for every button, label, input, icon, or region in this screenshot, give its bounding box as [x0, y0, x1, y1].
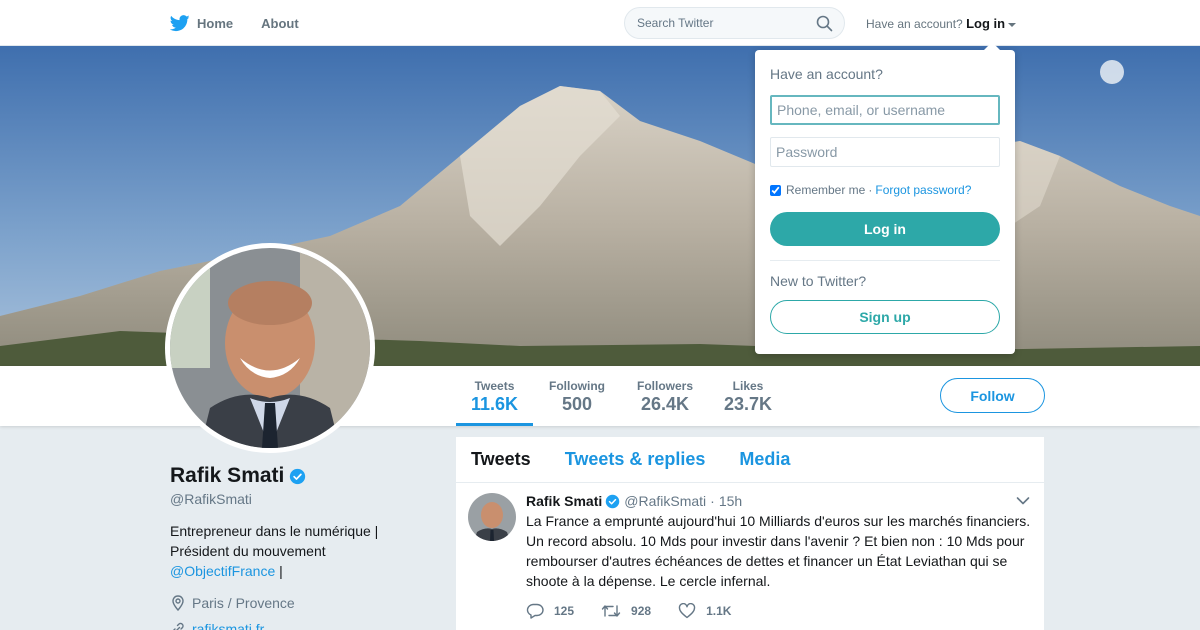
profile-name-text: Rafik Smati [170, 464, 285, 487]
verified-badge-icon [606, 494, 620, 508]
stat-followers-label: Followers [636, 379, 693, 393]
bio-line-2: Président du mouvement [170, 543, 326, 559]
profile-avatar[interactable] [165, 243, 375, 453]
stat-likes[interactable]: Likes 23.7K [719, 366, 777, 426]
dropdown-title: Have an account? [770, 66, 883, 82]
url-text: rafiksmati.fr [192, 621, 265, 630]
stat-tweets[interactable]: Tweets 11.6K [456, 366, 533, 426]
account-prompt: Have an account? [866, 17, 963, 31]
tweet-item[interactable]: Rafik Smati @RafikSmati · 15h La France … [456, 483, 1044, 630]
dropdown-divider [770, 260, 1000, 261]
stat-likes-label: Likes [732, 379, 764, 393]
nav-home-label: Home [197, 15, 234, 31]
forgot-password-link[interactable]: Forgot password? [875, 183, 971, 197]
nav-about[interactable]: About [261, 16, 299, 31]
tweet-timestamp[interactable]: 15h [719, 493, 742, 509]
remember-label: Remember me [786, 183, 866, 197]
stat-followers-value: 26.4K [640, 394, 690, 414]
tweet-author-name[interactable]: Rafik Smati [526, 493, 602, 509]
bio-mention-link[interactable]: @ObjectifFrance [170, 563, 275, 579]
avatar-photo [170, 248, 370, 448]
like-count: 1.1K [706, 604, 732, 618]
nav-left: Home About [170, 0, 327, 46]
reply-action[interactable]: 125 [526, 603, 574, 619]
timeline: Tweets Tweets & replies Media Rafik Smat… [456, 437, 1044, 630]
profile-name: Rafik Smati [170, 464, 450, 488]
follow-button[interactable]: Follow [940, 378, 1045, 413]
bio-line-1: Entrepreneur dans le numérique | [170, 523, 379, 539]
reply-icon [526, 603, 544, 619]
stat-likes-value: 23.7K [723, 394, 773, 414]
remember-checkbox[interactable] [770, 184, 781, 196]
tab-tweets[interactable]: Tweets [471, 449, 531, 470]
location-text: Paris / Provence [192, 595, 295, 611]
login-toggle[interactable]: Log in [966, 16, 1005, 31]
profile-location: Paris / Provence [170, 595, 450, 611]
bio-tail: | [275, 563, 283, 579]
profile-url[interactable]: rafiksmati.fr [170, 621, 450, 630]
stat-following-value: 500 [561, 394, 593, 414]
reply-count: 125 [554, 604, 575, 618]
stat-followers[interactable]: Followers 26.4K [632, 366, 698, 426]
password-input[interactable] [770, 137, 1000, 167]
new-to-twitter: New to Twitter? [770, 273, 867, 289]
remember-separator: · [868, 183, 873, 197]
retweet-count: 928 [631, 604, 652, 618]
retweet-icon [601, 605, 621, 617]
tweet-author-handle[interactable]: @RafikSmati [624, 493, 706, 509]
heart-icon [678, 603, 696, 619]
stat-tweets-label: Tweets [474, 379, 515, 393]
account-link: Have an account? Log in [866, 16, 1017, 31]
link-icon [173, 622, 184, 630]
timeline-tabs: Tweets Tweets & replies Media [456, 437, 1044, 483]
tab-media[interactable]: Media [739, 449, 790, 470]
location-pin-icon [172, 595, 184, 611]
profile-handle[interactable]: @RafikSmati [170, 491, 450, 507]
top-nav: Home About Have an account? Log in [0, 0, 1200, 46]
verified-badge-icon [290, 468, 306, 484]
search-box [624, 7, 845, 39]
login-dropdown: Have an account? Remember me · Forgot pa… [755, 42, 1015, 354]
stat-following[interactable]: Following 500 [544, 366, 610, 426]
login-button[interactable]: Log in [770, 212, 1000, 246]
tweet-avatar[interactable] [468, 493, 516, 541]
tweet-text: La France a emprunté aujourd'hui 10 Mill… [526, 513, 1031, 589]
search-icon[interactable] [816, 15, 833, 32]
profile-bio: Entrepreneur dans le numérique | Préside… [170, 521, 450, 581]
username-input[interactable] [770, 95, 1000, 125]
tweet-actions: 125 928 1.1K [526, 603, 758, 619]
twitter-bird-icon [170, 14, 190, 31]
bio-line-3: @ObjectifFrance | [170, 561, 450, 581]
tweet-header: Rafik Smati @RafikSmati · 15h [526, 493, 742, 509]
remember-row: Remember me · Forgot password? [770, 183, 971, 197]
tweet-separator: · [710, 493, 715, 509]
signup-button[interactable]: Sign up [770, 300, 1000, 334]
retweet-action[interactable]: 928 [601, 603, 651, 619]
like-action[interactable]: 1.1K [678, 603, 731, 619]
nav-about-label: About [261, 15, 299, 31]
nav-home[interactable]: Home [170, 14, 234, 32]
search-input[interactable] [625, 8, 805, 38]
tab-tweets-replies[interactable]: Tweets & replies [565, 449, 706, 470]
stat-tweets-value: 11.6K [470, 394, 519, 414]
chevron-down-icon[interactable] [1016, 496, 1030, 506]
caret-down-icon[interactable] [1008, 22, 1017, 27]
stat-following-label: Following [549, 379, 605, 393]
